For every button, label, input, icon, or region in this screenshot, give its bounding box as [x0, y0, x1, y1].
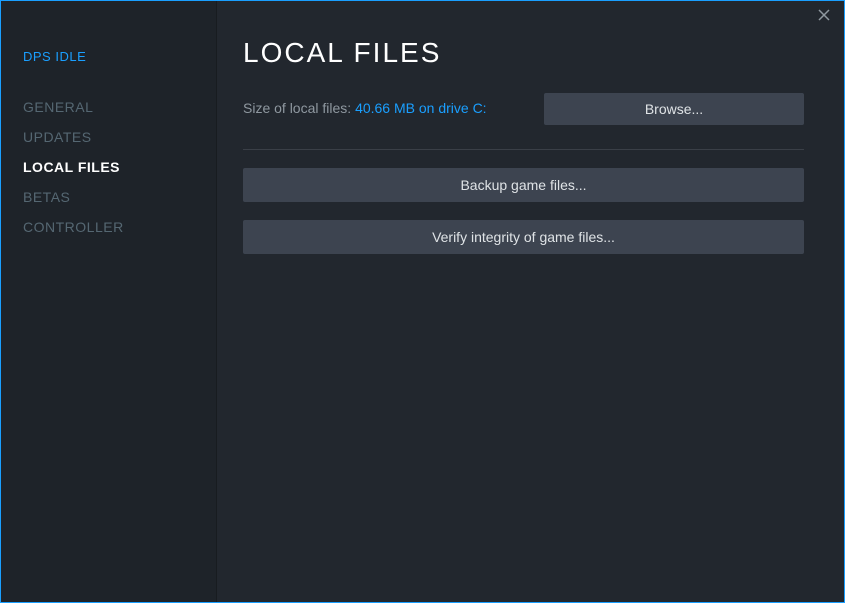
- verify-button[interactable]: Verify integrity of game files...: [243, 220, 804, 254]
- backup-button[interactable]: Backup game files...: [243, 168, 804, 202]
- sidebar-title: DPS IDLE: [23, 49, 194, 64]
- size-info-text: Size of local files: 40.66 MB on drive C…: [243, 100, 487, 118]
- sidebar: DPS IDLE GENERAL UPDATES LOCAL FILES BET…: [1, 1, 217, 602]
- sidebar-item-controller[interactable]: CONTROLLER: [23, 212, 194, 242]
- sidebar-item-local-files[interactable]: LOCAL FILES: [23, 152, 194, 182]
- browse-button[interactable]: Browse...: [544, 93, 804, 125]
- size-label: Size of local files:: [243, 100, 355, 116]
- divider: [243, 149, 804, 150]
- main-content: LOCAL FILES Size of local files: 40.66 M…: [217, 1, 844, 602]
- page-title: LOCAL FILES: [243, 37, 804, 69]
- close-icon[interactable]: [816, 9, 832, 25]
- sidebar-item-updates[interactable]: UPDATES: [23, 122, 194, 152]
- size-info-row: Size of local files: 40.66 MB on drive C…: [243, 93, 804, 125]
- sidebar-item-betas[interactable]: BETAS: [23, 182, 194, 212]
- size-value: 40.66 MB on drive C:: [355, 100, 487, 116]
- sidebar-item-general[interactable]: GENERAL: [23, 92, 194, 122]
